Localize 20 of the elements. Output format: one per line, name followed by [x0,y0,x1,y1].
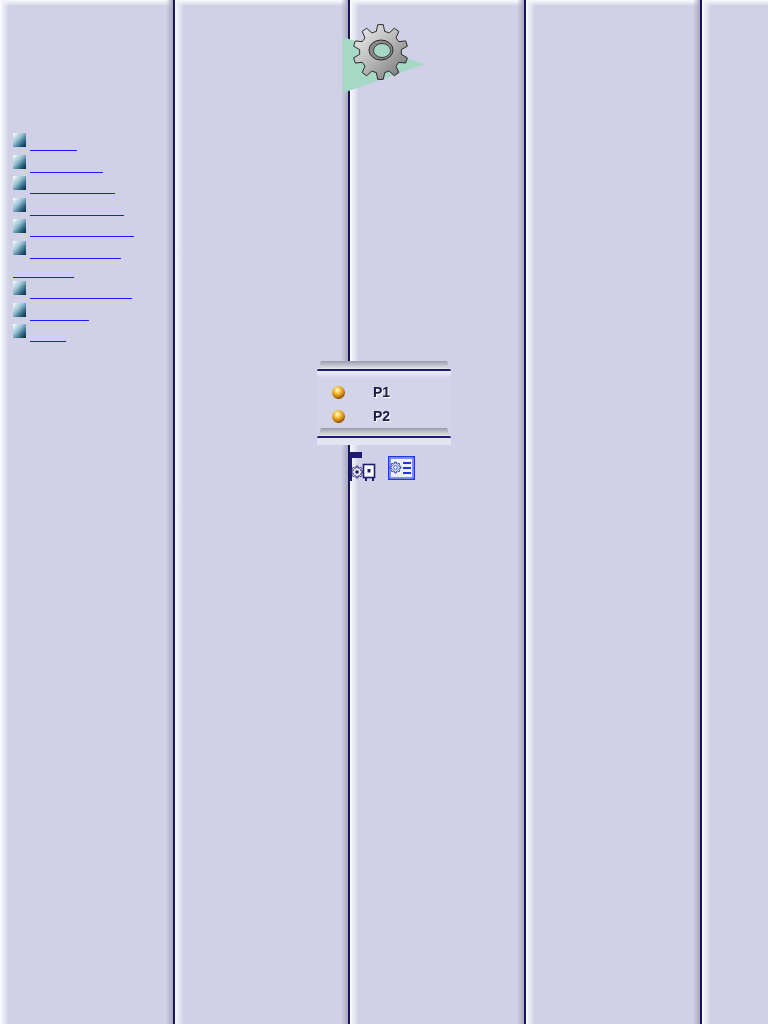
gear-icon [343,24,425,94]
square-bullet-icon [13,219,26,233]
square-bullet-icon [13,154,26,169]
sphere-bullet-icon [332,386,345,399]
gear-list-icon [388,456,415,480]
sphere-bullet-icon [332,410,345,423]
gear-box-icon [350,452,377,481]
square-bullet-icon [13,197,26,212]
square-bullet-icon [13,324,26,338]
square-bullet-icon [13,240,26,255]
item-label: P2 [373,410,391,423]
link-underline[interactable] [30,214,124,216]
square-bullet-icon [13,133,26,147]
link-underline[interactable] [30,319,89,321]
link-underline[interactable] [13,257,121,278]
square-bullet-icon [13,176,26,190]
item-label: P1 [373,386,391,399]
link-underline[interactable] [30,171,103,173]
square-bullet-icon [13,281,26,295]
square-bullet-icon [13,302,26,317]
